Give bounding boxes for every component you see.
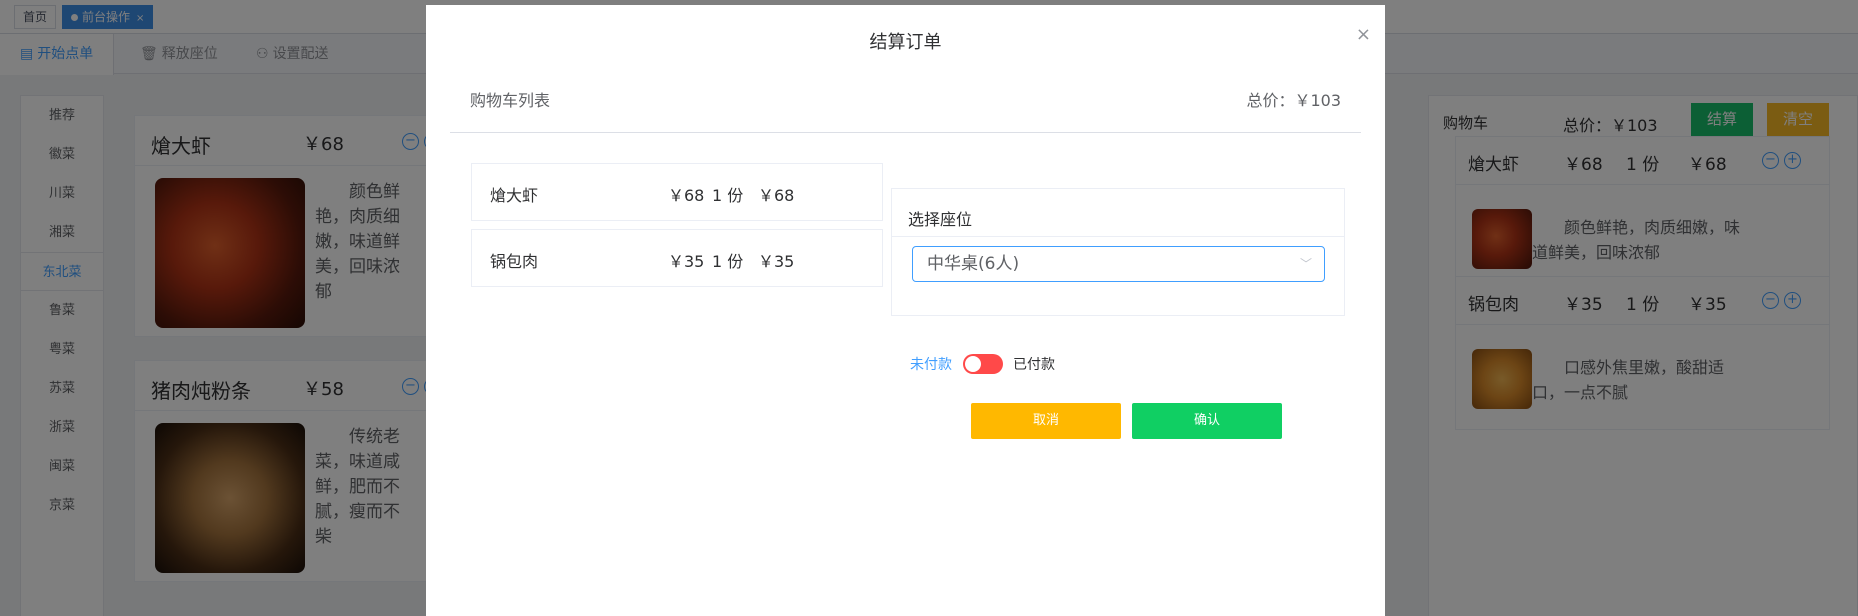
order-line-item: 锅包肉 ￥35 1 份 ￥35: [471, 229, 883, 287]
toggle-knob: [965, 356, 981, 372]
dialog-title: 结算订单: [869, 32, 942, 53]
cart-list-title: 购物车列表: [470, 91, 551, 110]
close-icon[interactable]: ×: [1356, 24, 1371, 45]
seat-select[interactable]: 中华桌(6人) ﹀: [912, 246, 1325, 282]
line-item-unit-price: ￥35: [668, 252, 705, 271]
unpaid-label: 未付款: [910, 357, 952, 373]
paid-label: 已付款: [1013, 357, 1055, 373]
line-item-quantity: 1 份: [712, 252, 744, 271]
seat-selection-card: 选择座位 中华桌(6人) ﹀: [891, 188, 1345, 316]
chevron-down-icon: ﹀: [1299, 257, 1312, 271]
divider: [450, 132, 1361, 133]
cancel-button[interactable]: 取消: [971, 403, 1121, 439]
confirm-button[interactable]: 确认: [1132, 403, 1282, 439]
line-item-name: 熗大虾: [490, 186, 539, 205]
line-item-subtotal: ￥35: [758, 252, 795, 271]
dialog-total-price: 总价：￥103: [1246, 91, 1341, 110]
divider: [892, 236, 1344, 237]
line-item-unit-price: ￥68: [668, 186, 705, 205]
checkout-dialog: 结算订单 × 购物车列表 总价：￥103 熗大虾 ￥68 1 份 ￥68 锅包肉…: [426, 5, 1385, 616]
line-item-name: 锅包肉: [490, 252, 539, 271]
payment-status-toggle[interactable]: [963, 354, 1003, 374]
order-line-item: 熗大虾 ￥68 1 份 ￥68: [471, 163, 883, 221]
seat-card-title: 选择座位: [908, 210, 973, 229]
line-item-quantity: 1 份: [712, 186, 744, 205]
seat-select-value: 中华桌(6人): [927, 254, 1020, 274]
line-item-subtotal: ￥68: [758, 186, 795, 205]
